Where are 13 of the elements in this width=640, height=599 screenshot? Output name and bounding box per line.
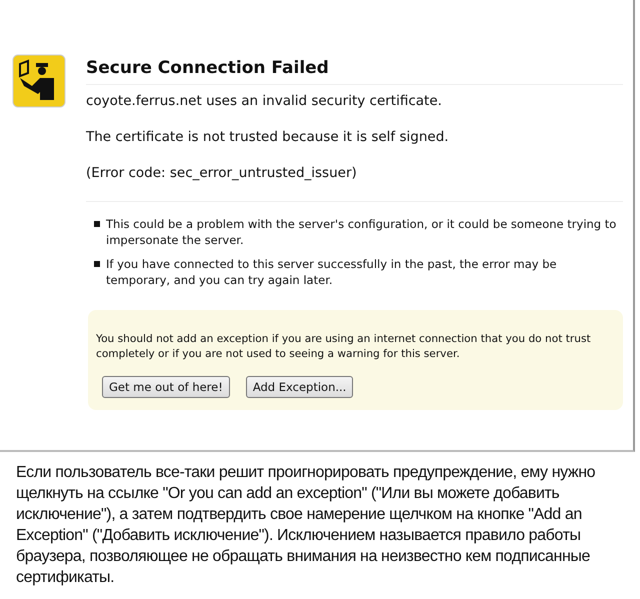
officer-icon [12, 54, 66, 108]
bullet-icon [94, 221, 100, 227]
bullet-text: This could be a problem with the server's configuration, or it could be someone trying to impersonate the server. [106, 216, 618, 248]
bullet-icon [94, 261, 100, 267]
leave-button[interactable]: Get me out of here! [102, 376, 230, 398]
warning-text: You should not add an exception if you are using an internet connection that you do not trust completely or if you are not used to seeing a warning for this server. [96, 332, 592, 362]
error-message: (Error code: sec_error_untrusted_issuer) [86, 165, 358, 181]
error-message: coyote.ferrus.net uses an invalid security certificate. [86, 93, 443, 109]
add-exception-button[interactable]: Add Exception... [246, 376, 354, 398]
caption-text: Если пользователь все-таки решит проигнорировать предупреждение, ему нужно щелкнуть на ссылке "Or you can add an exception" ("Или вы можете добавить исключение"), а затем подтвердить свое намерение щелчком на кнопке "Add an Exception" ("Добавить исключение"). Исключением называется правило работы браузера, позволяющее не обращать внимания на неизвестно кем подписанные сертификаты. [16, 463, 596, 588]
error-message: The certificate is not trusted because it is self signed. [86, 129, 450, 145]
bullet-text: If you have connected to this server successfully in the past, the error may be temporary, and you can try again later. [106, 256, 558, 288]
error-title: Secure Connection Failed [86, 58, 623, 85]
